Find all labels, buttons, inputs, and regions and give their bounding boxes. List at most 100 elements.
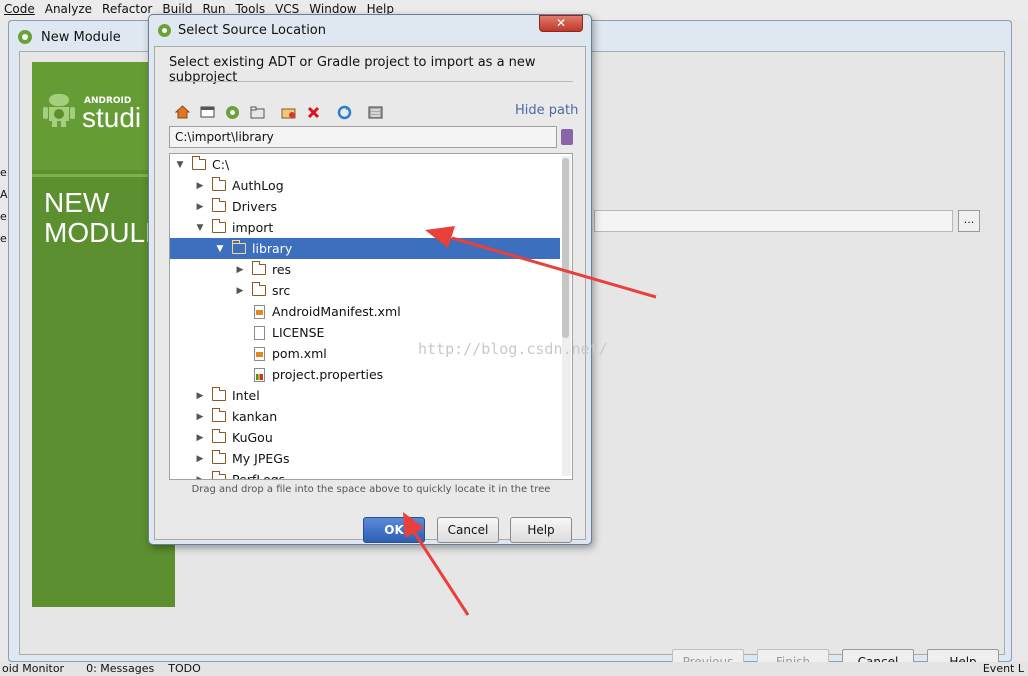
expand-arrow-icon[interactable]: ▶ xyxy=(234,286,246,296)
menu-item[interactable]: Analyze xyxy=(41,0,98,20)
collapse-arrow-icon[interactable]: ▼ xyxy=(194,223,206,233)
xml-file-icon xyxy=(254,346,265,361)
tree-row[interactable]: ▶ Drivers xyxy=(170,196,560,217)
right-ide-strip xyxy=(1012,20,1028,676)
collapse-arrow-icon[interactable]: ▼ xyxy=(214,244,226,254)
module-icon[interactable] xyxy=(248,103,267,121)
heading-line: MODULE xyxy=(44,217,164,248)
refresh-icon[interactable] xyxy=(335,103,354,121)
status-tab[interactable]: oid Monitor xyxy=(2,662,64,676)
new-module-titlebar: New Module xyxy=(17,27,121,47)
tree-row[interactable]: ▶ My JPEGs xyxy=(170,448,560,469)
dialog-help-button[interactable]: Help xyxy=(510,517,572,543)
tree-row[interactable]: ▶ kankan xyxy=(170,406,560,427)
folder-icon xyxy=(212,429,226,443)
hide-path-link[interactable]: Hide path xyxy=(515,103,578,118)
android-studio-icon xyxy=(158,23,171,37)
folder-icon xyxy=(212,177,226,191)
drag-drop-hint: Drag and drop a file into the space abov… xyxy=(191,484,551,495)
show-hidden-icon[interactable] xyxy=(366,103,385,121)
header-divider xyxy=(169,81,573,82)
path-history-icon[interactable] xyxy=(561,129,573,145)
properties-file-icon xyxy=(254,367,265,382)
tree-row-label: AuthLog xyxy=(232,178,284,193)
android-studio-icon xyxy=(18,30,32,44)
expand-arrow-icon[interactable]: ▶ xyxy=(194,433,206,443)
folder-icon xyxy=(252,261,266,275)
new-folder-icon[interactable] xyxy=(279,103,298,121)
tree-scrollbar[interactable] xyxy=(562,156,571,476)
tree-row-label: KuGou xyxy=(232,430,273,445)
android-project-icon[interactable] xyxy=(223,103,242,121)
heading-line: NEW xyxy=(44,187,110,218)
close-button[interactable]: ✕ xyxy=(539,15,583,32)
select-source-dialog: Select Source Location ✕ Select existing… xyxy=(148,14,592,545)
folder-icon xyxy=(232,240,246,254)
dialog-title: Select Source Location xyxy=(178,22,327,38)
folder-icon xyxy=(212,450,226,464)
folder-icon xyxy=(212,408,226,422)
text-file-icon xyxy=(254,325,265,340)
status-tab[interactable]: 0: Messages xyxy=(86,662,154,676)
tree-row[interactable]: ▶ src xyxy=(170,280,560,301)
folder-icon xyxy=(212,471,226,479)
path-input[interactable]: C:\import\library xyxy=(169,126,557,148)
tree-row[interactable]: ▶ KuGou xyxy=(170,427,560,448)
desktop-icon[interactable] xyxy=(198,103,217,121)
file-tree[interactable]: ▶ PerfLogs ▶ My JPEGs ▶ KuGou ▶ kankan ▶ Intel pro… xyxy=(169,153,573,480)
tree-row-label: res xyxy=(272,262,292,277)
window-title: New Module xyxy=(41,29,121,45)
tree-row[interactable]: ▶ AuthLog xyxy=(170,175,560,196)
tree-row-label: Drivers xyxy=(232,199,277,214)
status-tab[interactable]: TODO xyxy=(168,662,201,676)
logo-text: studi xyxy=(82,102,142,133)
expand-arrow-icon[interactable]: ▶ xyxy=(194,475,206,480)
tree-row-label: PerfLogs xyxy=(232,472,286,480)
ok-button[interactable]: OK xyxy=(363,517,425,543)
expand-arrow-icon[interactable]: ▶ xyxy=(234,265,246,275)
tree-row-label: import xyxy=(232,220,274,235)
dialog-titlebar: Select Source Location xyxy=(157,20,326,40)
tree-row-label: pom.xml xyxy=(272,346,327,361)
expand-arrow-icon[interactable]: ▶ xyxy=(194,202,206,212)
tree-row[interactable]: ▶ PerfLogs xyxy=(170,469,560,480)
tree-row[interactable]: ▼ library xyxy=(170,238,560,259)
close-icon: ✕ xyxy=(555,16,567,30)
tree-row-label: kankan xyxy=(232,409,278,424)
tree-row[interactable]: ▼ import xyxy=(170,217,560,238)
home-icon[interactable] xyxy=(173,103,192,121)
tree-row[interactable]: ▶ Intel xyxy=(170,385,560,406)
android-robot-icon xyxy=(43,94,75,127)
expand-arrow-icon[interactable]: ▶ xyxy=(194,454,206,464)
folder-icon xyxy=(212,198,226,212)
tree-row-label: AndroidManifest.xml xyxy=(272,304,401,319)
expand-arrow-icon[interactable]: ▶ xyxy=(194,412,206,422)
delete-icon[interactable] xyxy=(304,103,323,121)
watermark: http://blog.csdn.net/ xyxy=(418,340,608,358)
tree-row-label: library xyxy=(252,241,293,256)
source-location-field[interactable] xyxy=(594,210,953,232)
tree-row-label: My JPEGs xyxy=(232,451,290,466)
tree-row-label: C:\ xyxy=(212,157,230,172)
expand-arrow-icon[interactable]: ▶ xyxy=(194,181,206,191)
collapse-arrow-icon[interactable]: ▼ xyxy=(174,160,186,170)
folder-icon xyxy=(192,156,206,170)
left-ide-strip: e. Ac e. e. xyxy=(0,20,13,676)
tree-row-label: src xyxy=(272,283,291,298)
tree-row-label: Intel xyxy=(232,388,260,403)
tree-row[interactable]: ▶ res xyxy=(170,259,560,280)
folder-icon xyxy=(212,387,226,401)
tree-row-label: project.properties xyxy=(272,367,384,382)
browse-button[interactable]: ... xyxy=(958,210,980,232)
menu-item[interactable]: Code xyxy=(0,0,41,20)
tree-row[interactable]: ▼ C:\ xyxy=(170,154,560,175)
expand-arrow-icon[interactable]: ▶ xyxy=(194,391,206,401)
tree-row[interactable]: project.properties xyxy=(170,364,560,385)
tree-row-label: LICENSE xyxy=(272,325,325,340)
folder-icon xyxy=(252,282,266,296)
dialog-cancel-button[interactable]: Cancel xyxy=(437,517,499,543)
status-tab[interactable]: Event L xyxy=(983,662,1028,676)
tree-row[interactable]: AndroidManifest.xml xyxy=(170,301,560,322)
file-toolbar xyxy=(173,103,385,121)
scrollbar-thumb[interactable] xyxy=(562,158,569,338)
